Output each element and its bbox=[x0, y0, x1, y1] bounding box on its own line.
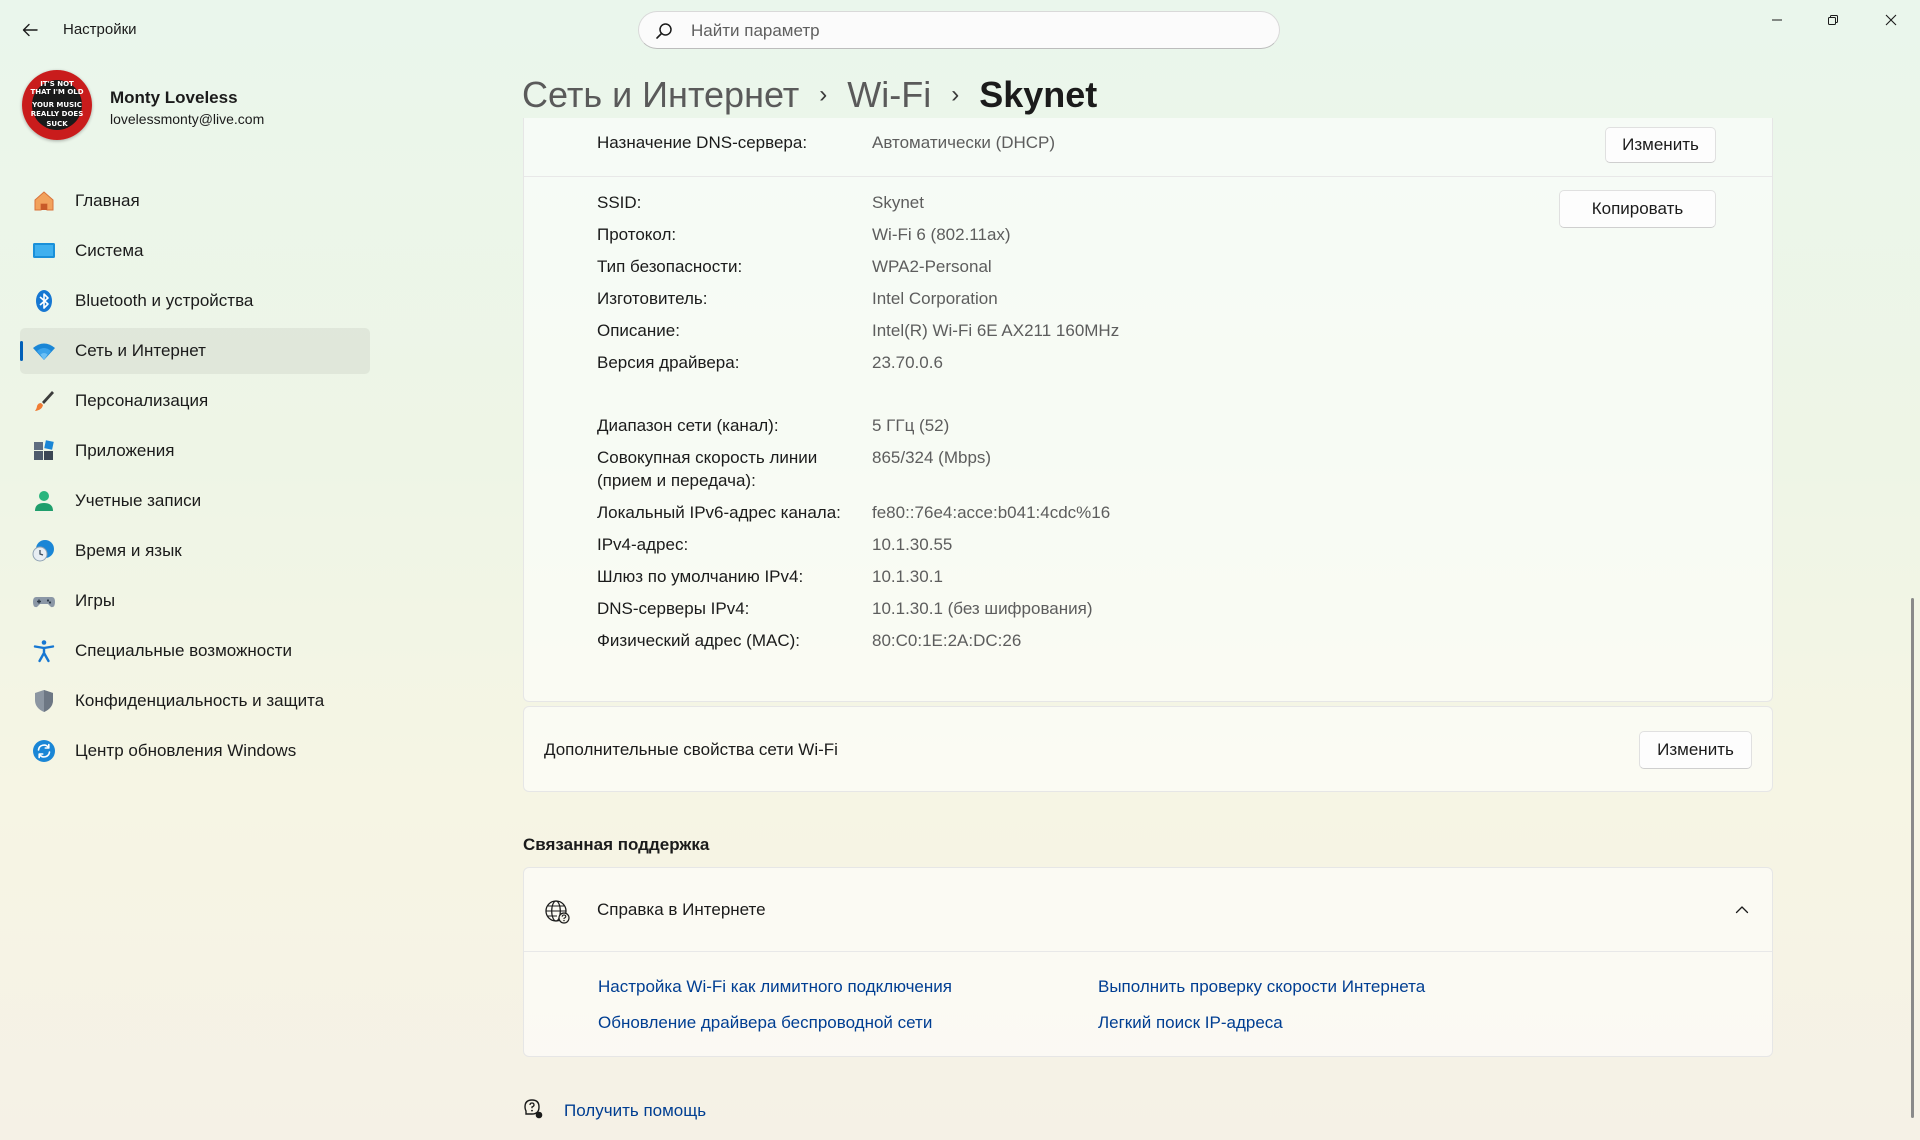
prop-value-ssid: Skynet bbox=[872, 193, 924, 212]
prop-label: Локальный IPv6-адрес канала: bbox=[597, 503, 841, 522]
back-arrow-icon bbox=[22, 23, 38, 37]
sidebar-item-windows-update[interactable]: Центр обновления Windows bbox=[20, 728, 370, 774]
profile-email: lovelessmonty@live.com bbox=[110, 111, 265, 127]
profile-name: Monty Loveless bbox=[110, 88, 238, 107]
sidebar-item-time-language[interactable]: Время и язык bbox=[20, 528, 370, 574]
breadcrumb-current: Skynet bbox=[979, 74, 1098, 115]
restore-icon bbox=[1828, 15, 1838, 25]
search-box[interactable] bbox=[638, 11, 1280, 50]
brush-icon bbox=[35, 391, 54, 411]
home-icon bbox=[34, 191, 54, 211]
dns-assignment-value: Автоматически (DHCP) bbox=[872, 133, 1056, 152]
get-help-icon bbox=[524, 1099, 543, 1119]
sidebar-nav: Главная Система Bluetooth и устройства С… bbox=[20, 178, 370, 778]
link-speed-test[interactable]: Выполнить проверку скорости Интернета bbox=[1098, 977, 1425, 997]
close-icon bbox=[1885, 14, 1897, 26]
accessibility-icon bbox=[33, 640, 55, 663]
dns-assignment-label: Назначение DNS-сервера: bbox=[597, 133, 808, 152]
update-icon bbox=[33, 740, 55, 762]
prop-label: Протокол: bbox=[597, 225, 677, 244]
clock-globe-icon bbox=[32, 540, 54, 562]
related-support-heading: Связанная поддержка bbox=[523, 835, 710, 854]
prop-value-security: WPA2-Personal bbox=[872, 257, 992, 276]
get-help-link[interactable]: Получить помощь bbox=[564, 1101, 706, 1121]
minimize-icon bbox=[1772, 19, 1782, 21]
sidebar-item-gaming[interactable]: Игры bbox=[20, 578, 370, 624]
prop-label: IPv4-адрес: bbox=[597, 535, 689, 554]
prop-value-mac: 80:C0:1E:2A:DC:26 bbox=[872, 631, 1022, 650]
sidebar-item-privacy[interactable]: Конфиденциальность и защита bbox=[20, 678, 370, 724]
bluetooth-icon bbox=[36, 290, 52, 312]
globe-help-icon bbox=[545, 900, 570, 924]
prop-label: Шлюз по умолчанию IPv4: bbox=[597, 567, 804, 586]
chevron-right-icon: › bbox=[951, 81, 960, 108]
breadcrumb-network[interactable]: Сеть и Интернет bbox=[522, 74, 799, 116]
search-icon bbox=[656, 23, 672, 39]
prop-value-protocol: Wi-Fi 6 (802.11ax) bbox=[872, 225, 1011, 244]
minimize-button[interactable] bbox=[1754, 6, 1800, 34]
wifi-icon bbox=[33, 343, 55, 360]
prop-value-driver-version: 23.70.0.6 bbox=[872, 353, 943, 372]
chevron-up-icon[interactable] bbox=[1734, 902, 1750, 918]
prop-value-ipv6: fe80::76e4:acce:b041:4cdc%16 bbox=[872, 503, 1111, 522]
title-bar: Настройки bbox=[0, 0, 1920, 60]
system-icon bbox=[33, 243, 55, 258]
sidebar-item-personalization[interactable]: Персонализация bbox=[20, 378, 370, 424]
prop-label: Физический адрес (MAC): bbox=[597, 631, 801, 650]
web-help-title: Справка в Интернете bbox=[597, 900, 766, 919]
restore-button[interactable] bbox=[1810, 6, 1856, 34]
prop-label: Диапазон сети (канал): bbox=[597, 416, 779, 435]
scrollbar-thumb[interactable] bbox=[1911, 598, 1914, 1118]
active-indicator bbox=[20, 341, 23, 361]
prop-value-ipv4: 10.1.30.55 bbox=[872, 535, 953, 554]
close-button[interactable] bbox=[1868, 6, 1914, 34]
user-profile[interactable]: IT'S NOT THAT I'M OLD YOUR MUSIC REALLY … bbox=[22, 70, 382, 146]
edit-wifi-properties-button[interactable]: Изменить bbox=[1639, 731, 1752, 769]
prop-value-dns-servers: 10.1.30.1 (без шифрования) bbox=[872, 599, 1093, 618]
prop-label: Совокупная скорость линии bbox=[597, 448, 818, 467]
back-button[interactable] bbox=[14, 14, 46, 46]
sidebar-item-accessibility[interactable]: Специальные возможности bbox=[20, 628, 370, 674]
divider bbox=[524, 951, 1772, 952]
prop-label: SSID: bbox=[597, 193, 642, 212]
prop-value-description: Intel(R) Wi-Fi 6E AX211 160MHz bbox=[872, 321, 1120, 340]
sidebar-item-system[interactable]: Система bbox=[20, 228, 370, 274]
person-icon bbox=[35, 491, 53, 511]
link-update-driver[interactable]: Обновление драйвера беспроводной сети bbox=[598, 1013, 932, 1033]
chevron-right-icon: › bbox=[819, 81, 828, 108]
apps-icon bbox=[34, 440, 54, 460]
copy-properties-button[interactable]: Копировать bbox=[1559, 190, 1716, 228]
sidebar-item-bluetooth[interactable]: Bluetooth и устройства bbox=[20, 278, 370, 324]
app-title: Настройки bbox=[63, 21, 137, 38]
sidebar-item-network[interactable]: Сеть и Интернет bbox=[20, 328, 370, 374]
wifi-extra-properties-label: Дополнительные свойства сети Wi-Fi bbox=[544, 740, 838, 759]
breadcrumb-wifi[interactable]: Wi-Fi bbox=[847, 74, 931, 116]
divider bbox=[524, 176, 1772, 177]
link-find-ip[interactable]: Легкий поиск IP-адреса bbox=[1098, 1013, 1283, 1033]
search-input[interactable] bbox=[689, 12, 1253, 50]
prop-label: Тип безопасности: bbox=[597, 257, 743, 276]
prop-label: DNS-серверы IPv4: bbox=[597, 599, 750, 618]
sidebar-item-home[interactable]: Главная bbox=[20, 178, 370, 224]
sidebar-item-apps[interactable]: Приложения bbox=[20, 428, 370, 474]
prop-label: Версия драйвера: bbox=[597, 353, 740, 372]
avatar: IT'S NOT THAT I'M OLD YOUR MUSIC REALLY … bbox=[22, 70, 92, 140]
prop-label: (прием и передача): bbox=[597, 471, 756, 490]
edit-dns-button[interactable]: Изменить bbox=[1605, 127, 1716, 163]
prop-label: Изготовитель: bbox=[597, 289, 708, 308]
prop-value-gateway: 10.1.30.1 bbox=[872, 567, 943, 586]
breadcrumb: Сеть и Интернет › Wi-Fi › Skynet bbox=[522, 70, 1097, 120]
link-metered-wifi[interactable]: Настройка Wi-Fi как лимитного подключени… bbox=[598, 977, 952, 997]
shield-icon bbox=[35, 690, 53, 712]
prop-value-manufacturer: Intel Corporation bbox=[872, 289, 998, 308]
prop-value-band: 5 ГГц (52) bbox=[872, 416, 950, 435]
sidebar-item-accounts[interactable]: Учетные записи bbox=[20, 478, 370, 524]
prop-value-link-speed: 865/324 (Mbps) bbox=[872, 448, 992, 467]
prop-label: Описание: bbox=[597, 321, 680, 340]
gamepad-icon bbox=[33, 597, 55, 608]
